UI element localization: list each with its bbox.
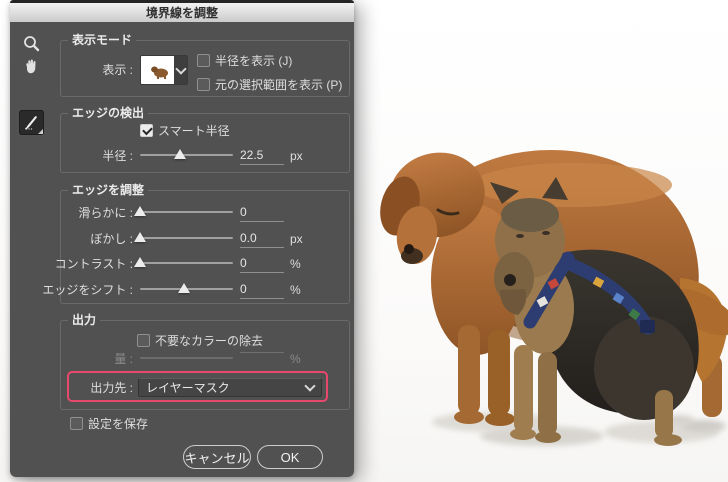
shift-edge-slider[interactable]	[140, 288, 233, 290]
cancel-button[interactable]: キャンセル	[183, 445, 251, 469]
group-output-legend: 出力	[68, 313, 100, 328]
shift-edge-slider-thumb[interactable]	[178, 283, 190, 293]
amount-unit: %	[290, 352, 316, 366]
cancel-button-label: キャンセル	[184, 448, 249, 467]
contrast-slider[interactable]	[140, 262, 233, 264]
screenshot-stage: 境界線を調整	[0, 0, 728, 482]
remember-settings-label: 設定を保存	[88, 417, 148, 431]
dialog-titlebar[interactable]: 境界線を調整	[10, 3, 354, 23]
shift-edge-unit: %	[290, 283, 316, 297]
flyout-triangle-icon	[38, 129, 43, 134]
magnifier-icon	[23, 35, 40, 52]
show-original-label: 元の選択範囲を表示 (P)	[215, 78, 342, 92]
radius-value-field[interactable]: 22.5	[240, 148, 284, 165]
hand-tool-button[interactable]	[22, 57, 40, 75]
refine-edge-dialog: 境界線を調整	[10, 0, 354, 477]
contrast-label: コントラスト :	[30, 257, 133, 271]
decontaminate-checkbox[interactable]	[137, 334, 150, 347]
radius-unit: px	[290, 149, 316, 163]
radius-label: 半径 :	[30, 149, 133, 163]
group-edge-detection-legend: エッジの検出	[68, 106, 148, 121]
two-dogs-photo	[372, 130, 728, 465]
view-thumbnail-dropdown[interactable]	[140, 55, 188, 85]
output-to-dropdown[interactable]: レイヤーマスク	[138, 378, 322, 397]
output-to-label: 出力先 :	[30, 381, 133, 395]
show-radius-label: 半径を表示 (J)	[215, 54, 292, 68]
shift-edge-value-field[interactable]: 0	[240, 282, 284, 299]
show-radius-checkbox[interactable]	[197, 54, 210, 67]
smooth-slider[interactable]	[140, 211, 233, 213]
amount-slider-disabled	[140, 357, 233, 359]
smart-radius-label: スマート半径	[158, 124, 230, 138]
smart-radius-checkbox[interactable]	[140, 124, 153, 137]
contrast-value-field[interactable]: 0	[240, 256, 284, 273]
refine-radius-tool-button[interactable]	[19, 110, 44, 135]
decontaminate-label: 不要なカラーの除去	[155, 334, 263, 348]
ok-button[interactable]: OK	[257, 445, 323, 469]
smooth-label: 滑らかに :	[30, 206, 133, 220]
view-label: 表示 :	[80, 63, 133, 77]
group-adjust-edge-legend: エッジを調整	[68, 183, 148, 198]
smooth-value-field[interactable]: 0	[240, 205, 284, 222]
feather-slider-thumb[interactable]	[134, 232, 146, 242]
radius-slider-thumb[interactable]	[174, 149, 186, 159]
output-to-value: レイヤーマスク	[146, 379, 230, 396]
show-original-checkbox[interactable]	[197, 78, 210, 91]
group-edge-detection: エッジの検出	[60, 113, 350, 173]
view-thumbnail-image	[141, 56, 174, 84]
feather-value-field[interactable]: 0.0	[240, 231, 284, 248]
radius-slider[interactable]	[140, 154, 233, 156]
hand-icon	[23, 58, 39, 75]
zoom-tool-button[interactable]	[22, 34, 40, 52]
amount-value-field-disabled	[240, 351, 284, 353]
remember-settings-checkbox[interactable]	[70, 417, 83, 430]
contrast-slider-thumb[interactable]	[134, 257, 146, 267]
check-icon	[142, 125, 153, 136]
contrast-unit: %	[290, 257, 316, 271]
feather-slider[interactable]	[140, 237, 233, 239]
group-view-mode-legend: 表示モード	[68, 33, 136, 48]
shift-edge-label: エッジをシフト :	[30, 283, 133, 297]
feather-unit: px	[290, 232, 316, 246]
dialog-title: 境界線を調整	[146, 4, 218, 21]
chevron-down-icon	[175, 63, 186, 74]
view-dropdown-chevron	[174, 56, 187, 84]
dialog-body: 表示モード 表示 : 半径を表示 (J) 元の選択範囲を表示 (P)	[10, 22, 354, 477]
chevron-down-icon	[304, 380, 315, 391]
smooth-slider-thumb[interactable]	[134, 206, 146, 216]
amount-label: 量 :	[30, 352, 133, 366]
feather-label: ぼかし :	[30, 232, 133, 246]
ok-button-label: OK	[281, 450, 300, 465]
